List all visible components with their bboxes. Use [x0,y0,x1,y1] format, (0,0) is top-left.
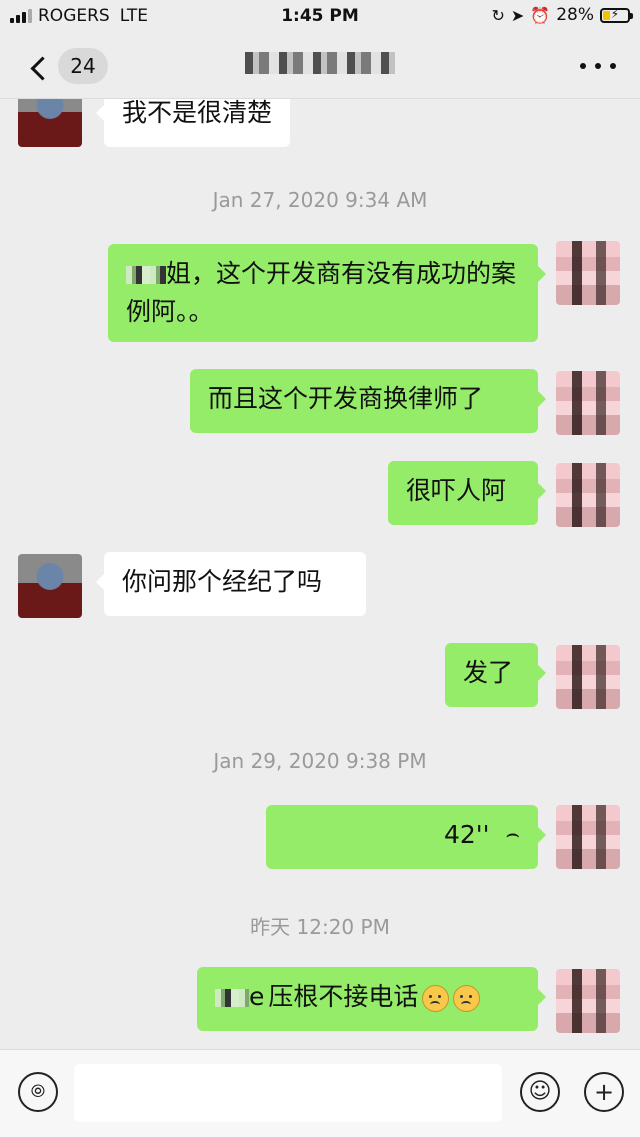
emoji-icon: ☺ [528,1079,552,1104]
message-bubble-outgoing[interactable]: 很吓人阿 [388,461,546,525]
message-list[interactable]: 我不是很清楚 Jan 27, 2020 9:34 AM 姐，这个开发商有没有成功… [0,99,640,1049]
my-avatar[interactable] [556,241,620,305]
orientation-lock-icon: ↻ [491,5,505,25]
my-avatar[interactable] [556,463,620,527]
my-avatar[interactable] [556,371,620,435]
contact-avatar[interactable] [18,99,82,147]
message-bubble-outgoing[interactable]: 发了 [445,643,546,707]
my-avatar[interactable] [556,805,620,869]
my-avatar[interactable] [556,969,620,1033]
message-input[interactable] [74,1064,502,1122]
message-text: 压根不接电话 [268,982,419,1011]
message-text: 你问那个经纪了吗 [122,567,323,596]
message-text: 姐，这个开发商有没有成功的案例阿。。 [126,259,517,326]
message-timestamp: Jan 27, 2020 9:34 AM [212,188,428,212]
my-avatar[interactable] [556,645,620,709]
redacted-name [126,266,166,284]
frown-emoji-icon [422,984,450,1012]
unread-count-badge[interactable]: 24 [58,48,108,84]
message-text: 发了 [463,658,514,687]
add-attachment-button[interactable]: + [584,1072,624,1112]
message-bubble-outgoing[interactable]: 而且这个开发商换律师了 [190,369,546,433]
frown-emoji-icon [453,984,481,1012]
message-text: 而且这个开发商换律师了 [208,384,484,413]
contact-name-title [130,50,510,75]
status-right: ↻ ➤ ⏰ 28% ⚡ [491,5,633,25]
message-text: 我不是很清楚 [122,99,273,127]
emoji-button[interactable]: ☺ [520,1072,560,1112]
nav-bar: 24 [0,34,640,99]
voice-mode-icon: ⦾ [30,1081,46,1102]
voice-duration: 42'' [443,820,490,849]
alarm-icon: ⏰ [530,5,551,25]
input-bar: ⦾ ☺ + [0,1049,640,1137]
message-bubble-incoming[interactable]: 你问那个经纪了吗 [96,552,366,616]
status-bar: ROGERS LTE 1:45 PM ↻ ➤ ⏰ 28% ⚡ [0,0,640,34]
message-bubble-incoming[interactable]: 我不是很清楚 [95,99,291,147]
voice-message-bubble[interactable]: 42'' ⌢ [266,805,546,869]
message-timestamp: Jan 29, 2020 9:38 PM [213,749,427,773]
voice-input-button[interactable]: ⦾ [18,1072,58,1112]
charging-bolt-icon: ⚡ [610,6,620,21]
battery-percent: 28% [556,5,594,25]
location-arrow-icon: ➤ [510,5,525,25]
message-timestamp: 昨天 12:20 PM [250,915,390,939]
contact-avatar[interactable] [18,554,82,618]
message-prefix: e [249,982,265,1011]
redacted-name [215,989,249,1007]
chat-screen: ROGERS LTE 1:45 PM ↻ ➤ ⏰ 28% ⚡ 24 我不是很清楚… [0,0,640,1137]
voice-message-content: 42'' ⌢ [284,816,520,854]
redacted-contact-name [245,52,395,74]
battery-icon: ⚡ [600,6,633,23]
back-button[interactable]: 24 [22,48,112,88]
message-text: 很吓人阿 [406,476,507,505]
plus-icon: + [593,1078,615,1106]
more-options-button[interactable] [580,54,616,78]
chevron-left-icon [30,55,55,81]
message-bubble-outgoing[interactable]: 姐，这个开发商有没有成功的案例阿。。 [108,244,546,342]
voice-wave-icon: ⌢ [505,822,520,847]
ellipsis-icon [580,63,586,69]
message-bubble-outgoing[interactable]: e 压根不接电话 [197,967,546,1031]
